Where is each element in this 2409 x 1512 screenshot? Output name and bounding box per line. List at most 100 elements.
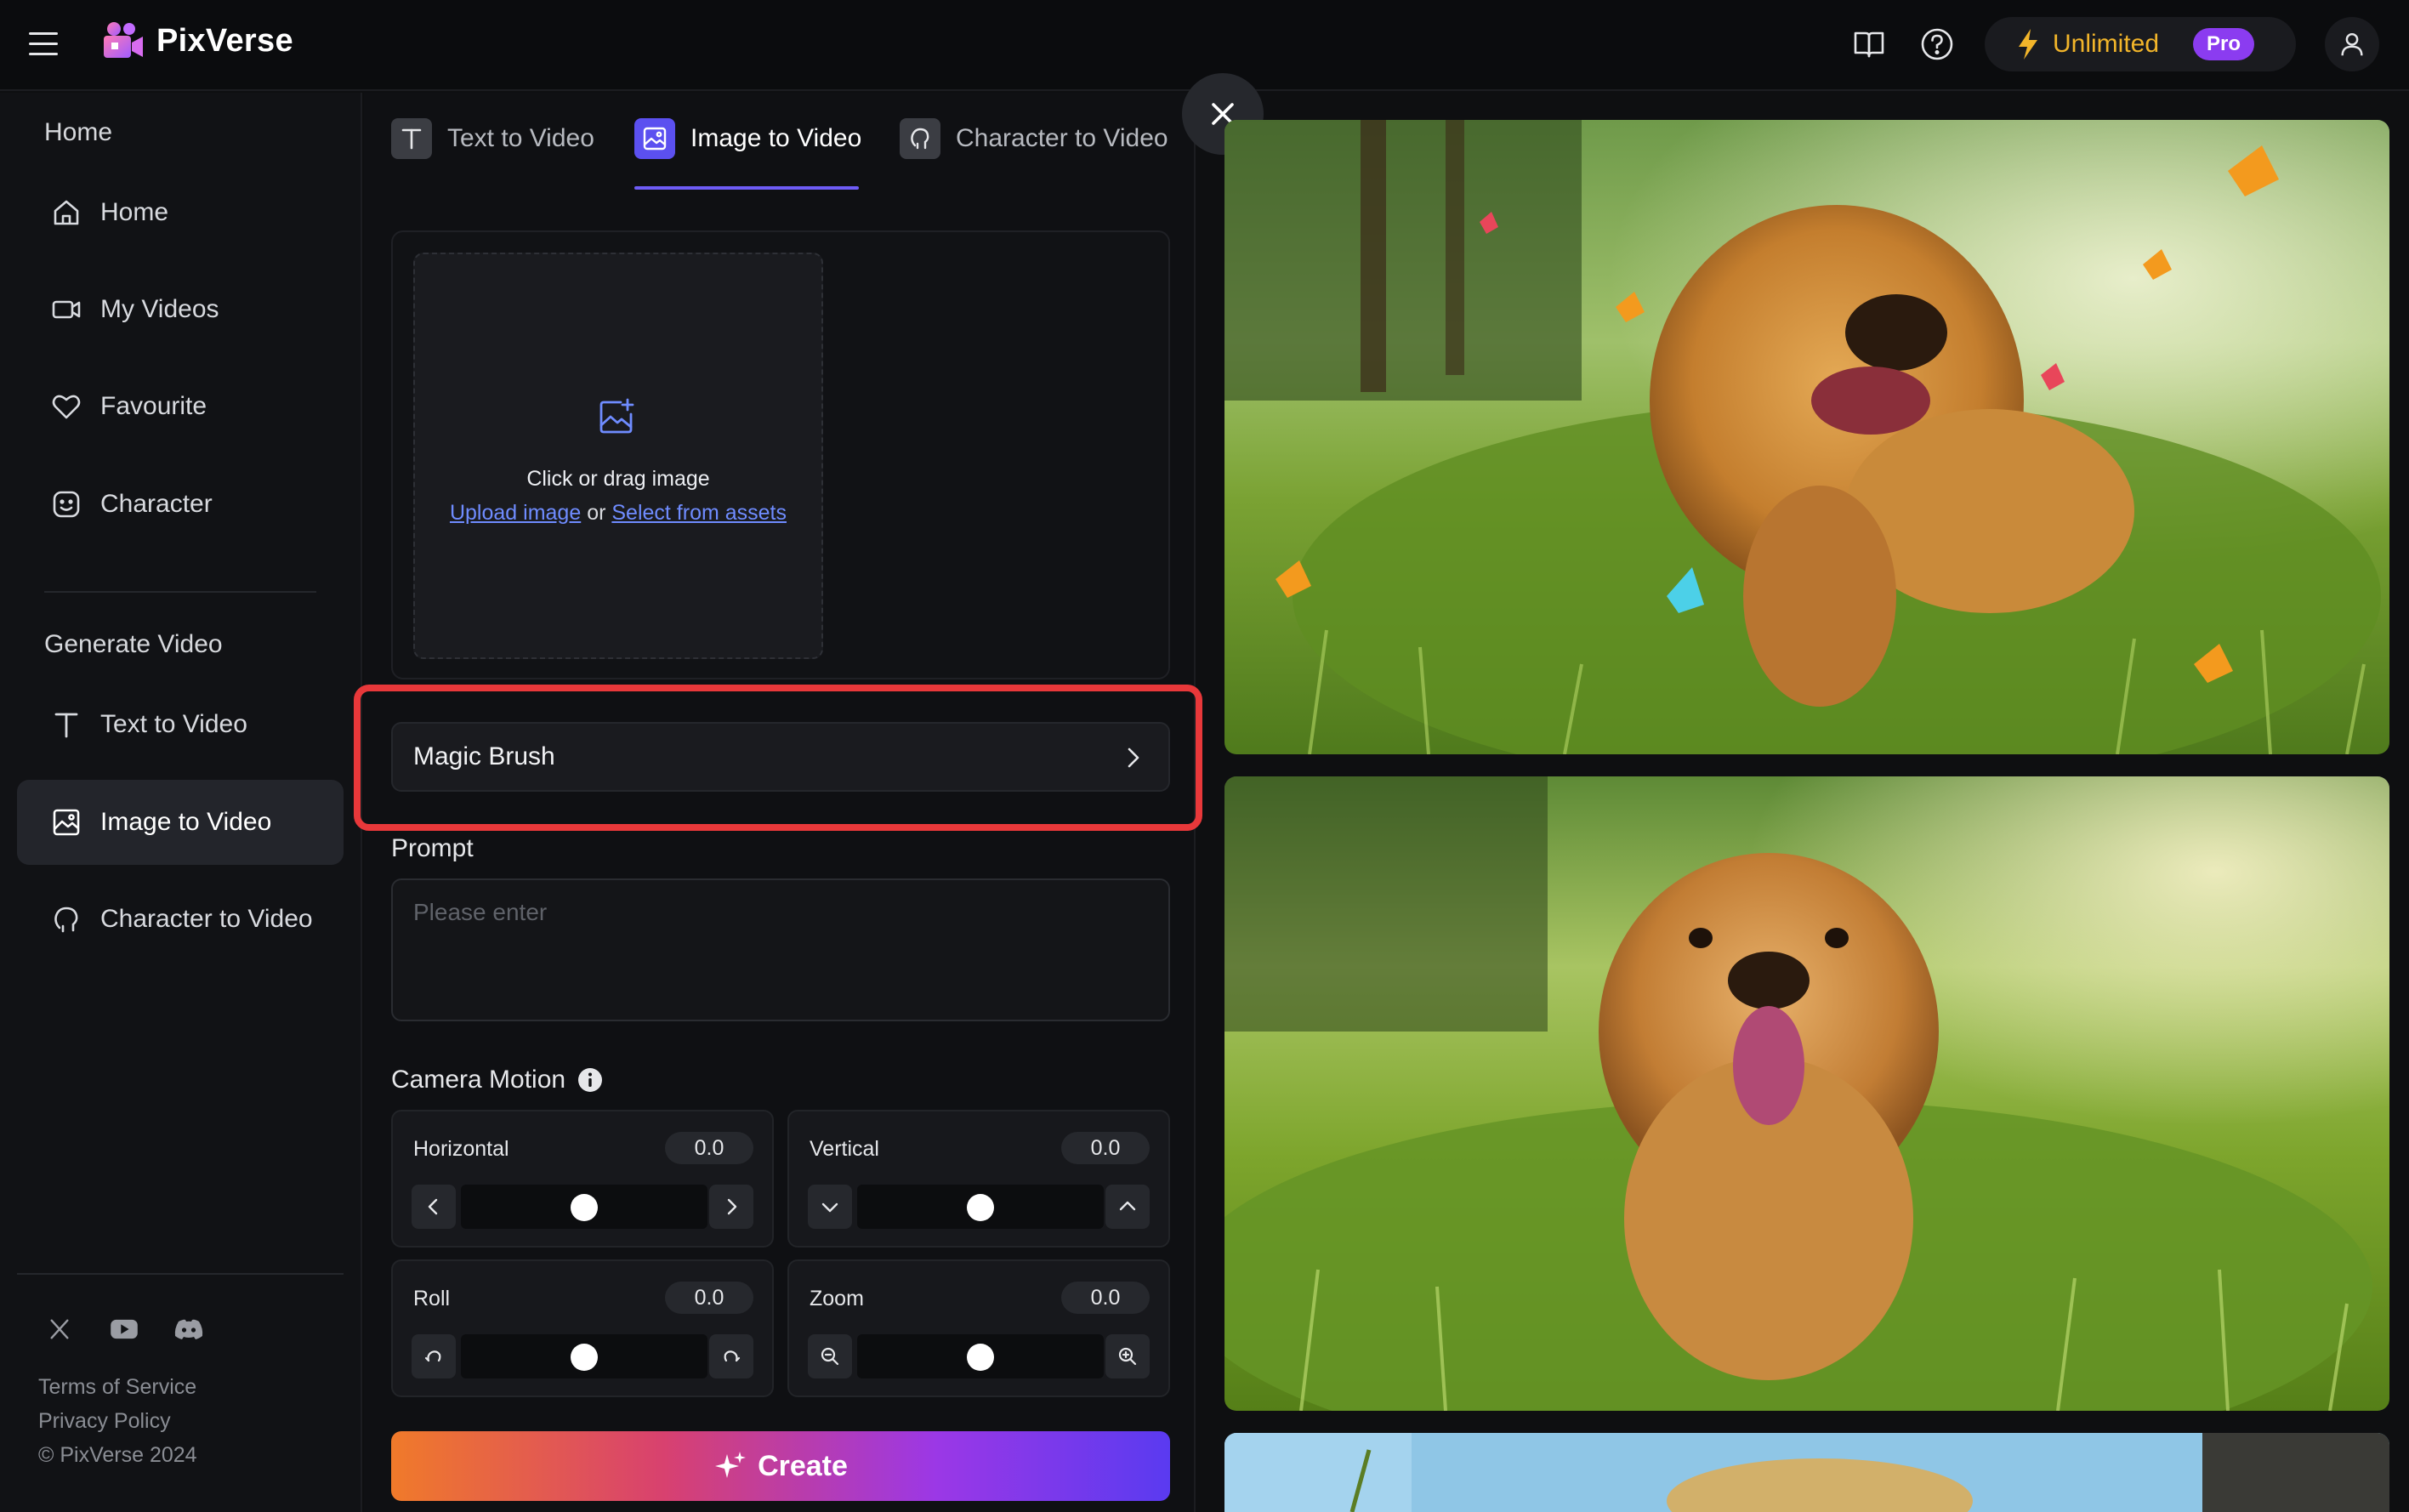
pro-badge: Pro [2193, 28, 2255, 60]
or-text: or [587, 501, 606, 525]
prompt-input[interactable] [391, 878, 1170, 1021]
sidebar-item-favourite[interactable]: Favourite [17, 364, 344, 449]
plan-label: Unlimited [2053, 30, 2160, 58]
active-tab-indicator [634, 186, 859, 190]
create-label: Create [758, 1449, 848, 1482]
lightning-icon [2015, 27, 2041, 61]
sparkle-icon [715, 1452, 747, 1478]
upload-image-link[interactable]: Upload image [450, 501, 581, 525]
sidebar-item-label: Home [100, 198, 169, 226]
rotate-right-icon [724, 1350, 741, 1362]
sidebar-item-label: Favourite [100, 392, 207, 420]
x-twitter-icon[interactable] [41, 1310, 78, 1348]
info-icon[interactable] [577, 1067, 603, 1093]
control-value[interactable]: 0.0 [1061, 1282, 1150, 1314]
chevron-down-icon [821, 1202, 838, 1213]
increase-button[interactable] [1105, 1185, 1150, 1229]
camera-control-vertical: Vertical 0.0 [787, 1110, 1170, 1248]
control-name: Horizontal [413, 1137, 509, 1161]
highlight-annotation [354, 685, 1202, 831]
decrease-button[interactable] [808, 1334, 852, 1378]
user-avatar-button[interactable] [2325, 17, 2379, 71]
camera-motion-title: Camera Motion [391, 1066, 566, 1094]
image-dropzone[interactable]: Click or drag image Upload image or Sele… [413, 253, 823, 659]
help-icon[interactable] [1918, 26, 1956, 63]
add-image-icon [595, 395, 638, 438]
terms-of-service-link[interactable]: Terms of Service [38, 1375, 196, 1400]
control-name: Vertical [810, 1137, 879, 1161]
zoom-in-icon [1118, 1347, 1137, 1366]
privacy-policy-link[interactable]: Privacy Policy [38, 1409, 171, 1434]
camera-motion-label: Camera Motion [391, 1066, 603, 1094]
slider-thumb[interactable] [571, 1344, 598, 1371]
video-camera-icon [52, 300, 81, 319]
slider-track[interactable] [461, 1334, 707, 1378]
camera-control-zoom: Zoom 0.0 [787, 1259, 1170, 1397]
image-icon [634, 118, 675, 159]
decrease-button[interactable] [412, 1334, 456, 1378]
image-icon [53, 809, 80, 836]
upload-card: Click or drag image Upload image or Sele… [391, 230, 1170, 679]
sidebar-item-character-to-video[interactable]: Character to Video [17, 877, 344, 962]
chevron-up-icon [1119, 1201, 1136, 1211]
increase-button[interactable] [709, 1334, 753, 1378]
increase-button[interactable] [709, 1185, 753, 1229]
control-value[interactable]: 0.0 [665, 1132, 753, 1164]
preview-video-3[interactable] [1224, 1433, 2389, 1512]
control-value[interactable]: 0.0 [1061, 1132, 1150, 1164]
sidebar-item-my-videos[interactable]: My Videos [17, 267, 344, 352]
chevron-right-icon [727, 1198, 737, 1215]
sidebar-divider [44, 591, 316, 593]
select-from-assets-link[interactable]: Select from assets [611, 501, 787, 525]
sidebar-item-label: My Videos [100, 295, 219, 323]
sidebar-item-label: Character to Video [100, 905, 313, 933]
user-icon [2341, 32, 2363, 56]
sidebar-item-character[interactable]: Character [17, 462, 344, 547]
slider-thumb[interactable] [967, 1344, 994, 1371]
copyright-text: © PixVerse 2024 [38, 1443, 197, 1467]
plan-status-button[interactable]: Unlimited Pro [1985, 17, 2296, 71]
control-name: Zoom [810, 1287, 864, 1310]
sidebar-item-text-to-video[interactable]: Text to Video [17, 682, 344, 767]
create-button[interactable]: Create [391, 1431, 1170, 1501]
control-value[interactable]: 0.0 [665, 1282, 753, 1314]
rotate-left-icon [424, 1350, 441, 1362]
zoom-out-icon [821, 1347, 839, 1366]
sidebar-item-label: Text to Video [100, 710, 247, 738]
character-icon [900, 118, 940, 159]
menu-icon[interactable] [26, 27, 63, 61]
decrease-button[interactable] [808, 1185, 852, 1229]
sidebar-item-image-to-video[interactable]: Image to Video [17, 780, 344, 865]
sidebar-section-generate: Generate Video [44, 630, 223, 658]
control-name: Roll [413, 1287, 451, 1310]
sidebar-item-label: Image to Video [100, 808, 272, 836]
sidebar-item-label: Character [100, 490, 213, 518]
slider-track[interactable] [857, 1185, 1104, 1229]
slider-thumb[interactable] [967, 1194, 994, 1221]
youtube-icon[interactable] [105, 1310, 143, 1348]
decrease-button[interactable] [412, 1185, 456, 1229]
tab-label: Character to Video [956, 124, 1168, 152]
sidebar-item-home[interactable]: Home [17, 170, 344, 255]
sidebar-section-home: Home [44, 118, 113, 146]
sidebar: Home Home My Videos Favourite Character … [0, 93, 362, 1512]
dog-meadow-image [1224, 776, 2389, 1411]
slider-thumb[interactable] [571, 1194, 598, 1221]
increase-button[interactable] [1105, 1334, 1150, 1378]
discord-icon[interactable] [170, 1310, 207, 1348]
tab-character-to-video[interactable]: Character to Video [900, 118, 1168, 200]
preview-video-1[interactable] [1224, 120, 2389, 754]
social-links [41, 1310, 207, 1348]
preview-video-2[interactable] [1224, 776, 2389, 1411]
book-icon[interactable] [1850, 26, 1888, 63]
camera-control-horizontal: Horizontal 0.0 [391, 1110, 774, 1248]
slider-track[interactable] [857, 1334, 1104, 1378]
text-icon [391, 118, 432, 159]
logo[interactable]: PixVerse [100, 19, 293, 63]
prompt-label: Prompt [391, 834, 474, 862]
heart-icon [52, 395, 81, 419]
dropzone-links: Upload image or Select from assets [415, 501, 821, 526]
sidebar-divider [17, 1273, 344, 1275]
slider-track[interactable] [461, 1185, 707, 1229]
tab-text-to-video[interactable]: Text to Video [391, 118, 594, 200]
